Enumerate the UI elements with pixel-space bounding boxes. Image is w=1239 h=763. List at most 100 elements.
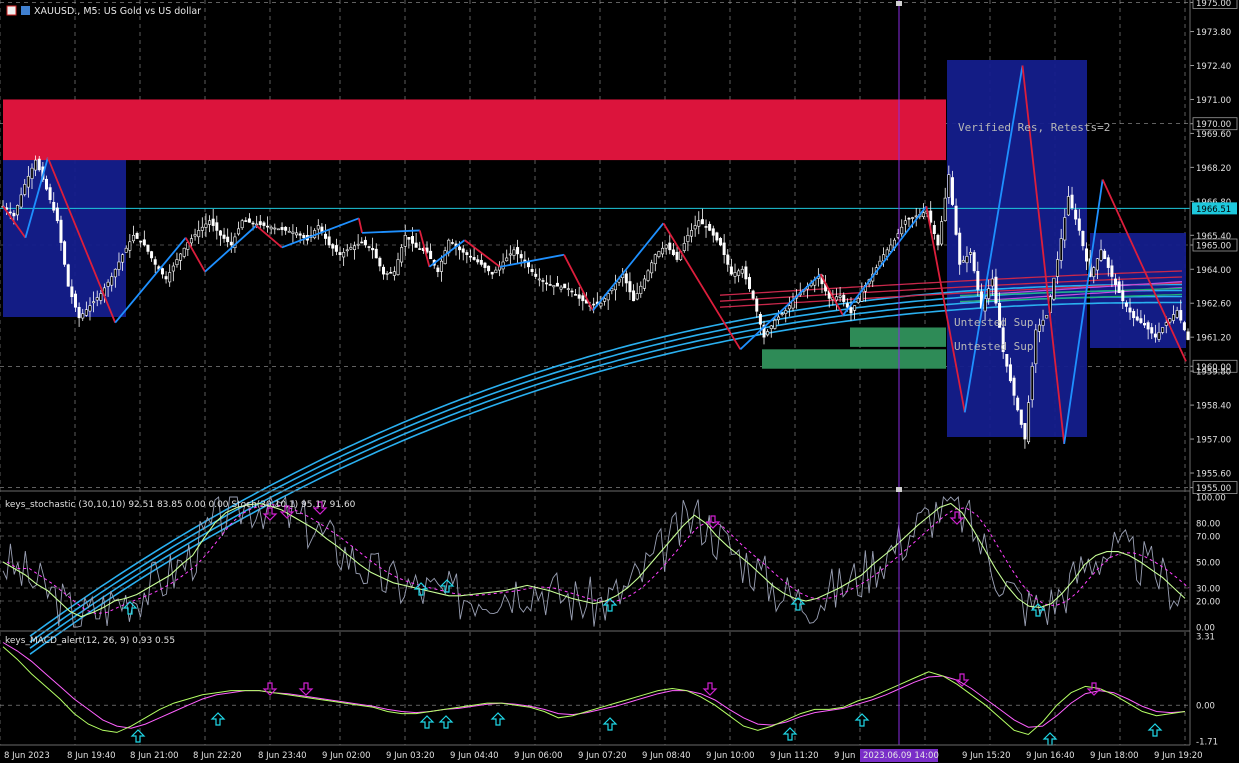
candle-body <box>577 294 581 299</box>
candle-body <box>226 236 230 243</box>
candle-body <box>657 251 661 257</box>
cursor-handle-top[interactable] <box>896 1 902 6</box>
candle-body <box>142 239 146 246</box>
candle-body <box>1157 332 1161 340</box>
candle-body <box>204 223 208 228</box>
candle-body <box>479 259 483 265</box>
candle-body <box>44 178 48 190</box>
candle-body <box>23 184 27 195</box>
candle-body <box>70 286 74 298</box>
candle-body <box>15 205 19 216</box>
candle <box>1045 315 1049 319</box>
time-axis-label: 9 Jun 04:40 <box>450 751 499 761</box>
candle-body <box>1027 402 1031 443</box>
candle-body <box>950 177 954 205</box>
time-axis-label: 9 Jun 02:00 <box>322 751 371 761</box>
candle-body <box>121 254 125 263</box>
candle-body <box>1161 327 1165 333</box>
candle-body <box>1143 323 1147 326</box>
candle-body <box>30 167 34 179</box>
candle-body <box>1164 322 1168 326</box>
candle-body <box>1168 318 1172 323</box>
candle-body <box>697 220 701 227</box>
price-label: 1973.80 <box>1196 28 1231 38</box>
candle-body <box>563 283 567 289</box>
candle-body <box>1146 322 1150 330</box>
candle-body <box>1106 257 1110 268</box>
candle-body <box>516 247 520 255</box>
candle-body <box>907 217 911 220</box>
candle-body <box>247 218 251 223</box>
candle-body <box>965 256 969 264</box>
candle-body <box>450 242 454 244</box>
time-axis-label: 9 Jun 08:40 <box>642 751 691 761</box>
candle-body <box>545 282 549 285</box>
candle-body <box>316 225 320 230</box>
candle-body <box>559 286 563 290</box>
candle-body <box>331 244 335 249</box>
candle-body <box>135 232 139 239</box>
candle <box>972 250 976 274</box>
candle-body <box>1092 267 1096 278</box>
trading-chart[interactable]: Verified Res, Retests=2 Untested Sup Unt… <box>0 0 1239 763</box>
candle-body <box>52 201 56 211</box>
candle-body <box>555 282 559 287</box>
candle-body <box>661 247 665 255</box>
candle-body <box>987 288 991 299</box>
candle-body <box>295 232 299 236</box>
candle-body <box>476 259 480 263</box>
candle-body <box>921 212 925 217</box>
candle-body <box>534 273 538 277</box>
time-axis-label: 9 Jun 10:00 <box>706 751 755 761</box>
candle-body <box>175 259 179 266</box>
candle-body <box>1063 217 1067 241</box>
candle-body <box>436 267 440 272</box>
stoch-axis-label: 70.00 <box>1196 533 1220 543</box>
price-label: 1968.20 <box>1196 164 1231 174</box>
candle-body <box>570 290 574 293</box>
zone-box <box>947 60 1087 437</box>
candle-body <box>1074 209 1078 220</box>
candle-body <box>744 266 748 280</box>
candle-body <box>353 245 357 250</box>
candle-body <box>646 270 650 281</box>
candle-body <box>961 260 965 263</box>
candle-body <box>240 220 244 229</box>
candle-body <box>113 268 117 278</box>
chart-title-bar: XAUUSD., M5: US Gold vs US dollar <box>6 5 201 17</box>
candle-body <box>193 234 197 237</box>
price-label: 1958.40 <box>1196 402 1231 412</box>
candle-body <box>969 251 973 255</box>
symbol-flag-icon <box>6 5 17 16</box>
candle-body <box>371 248 375 251</box>
candle-body <box>900 226 904 235</box>
candle-body <box>19 194 23 208</box>
candle-body <box>1085 248 1089 262</box>
candle-body <box>287 230 291 233</box>
cursor-handle-bottom[interactable] <box>896 487 902 492</box>
candle-body <box>1056 259 1060 277</box>
candle-body <box>400 247 404 263</box>
candle-body <box>73 293 77 308</box>
chart-title: XAUUSD., M5: US Gold vs US dollar <box>34 6 201 17</box>
candle-body <box>722 242 726 256</box>
price-label: 1975.00 <box>1196 0 1231 9</box>
time-axis-label: 8 Jun 23:40 <box>258 751 307 761</box>
macd-axis-label: 3.31 <box>1196 633 1215 643</box>
candle-body <box>443 250 447 264</box>
candle-body <box>954 205 958 235</box>
candle-body <box>461 248 465 253</box>
candle-body <box>244 220 248 222</box>
candle-body <box>88 305 92 312</box>
price-label: 1964.00 <box>1196 266 1231 276</box>
candle-body <box>729 266 733 275</box>
candle-body <box>1172 314 1176 321</box>
candle-body <box>1139 318 1143 323</box>
current-price-label: 1966.51 <box>1196 205 1231 215</box>
price-label: 1970.00 <box>1196 120 1231 130</box>
candle-body <box>541 280 545 282</box>
candle-body <box>8 211 12 214</box>
stoch-axis-label: 50.00 <box>1196 559 1220 569</box>
candle <box>276 228 280 231</box>
candle-body <box>599 302 603 307</box>
